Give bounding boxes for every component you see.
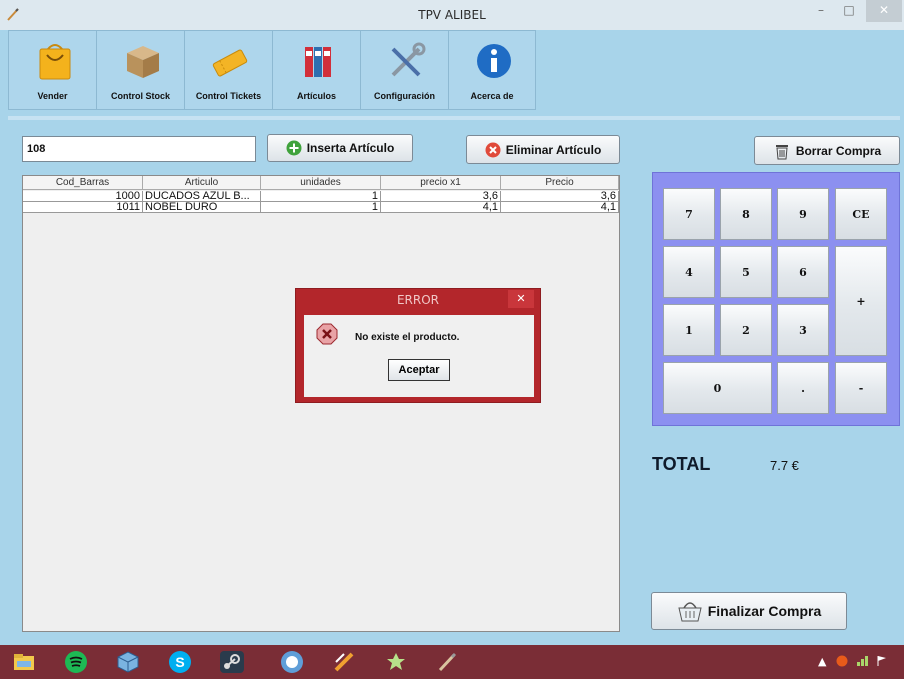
table-cell: 3,6 [381,191,501,202]
sublime-icon[interactable] [322,645,366,679]
table-cell: 4,1 [381,202,501,213]
file-explorer-icon[interactable] [2,645,46,679]
key-7[interactable]: 7 [663,188,715,240]
key-plus[interactable]: + [835,246,887,356]
toolbar-label: Acerca de [470,91,514,101]
key-8[interactable]: 8 [720,188,772,240]
basket-icon [678,602,702,622]
table-row[interactable]: 1000 DUCADOS AZUL B... 1 3,6 3,6 [23,191,619,202]
svg-text:S: S [175,654,184,670]
key-minus[interactable]: - [835,362,887,414]
toolbar-button-vender[interactable]: Vender [8,30,96,110]
network-icon[interactable] [856,655,870,670]
toolbar-label: Control Stock [110,91,170,101]
toolbar-label: Artículos [296,91,336,101]
column-header[interactable]: Precio [501,176,619,190]
delete-article-label: Eliminar Artículo [505,142,602,157]
table-cell: 4,1 [501,202,619,213]
table-cell: 1 [261,191,381,202]
toolbar-label: Vender [37,91,68,101]
box-icon [127,46,159,78]
dialog-body: No existe el producto. Aceptar [304,315,534,397]
ticket-icon [212,49,248,77]
toolbar-label: Configuración [374,91,435,101]
column-header[interactable]: precio x1 [381,176,501,190]
table-cell: 1 [261,202,381,213]
toolbar-button-acerca-de[interactable]: Acerca de [448,30,536,110]
virtualbox-icon[interactable] [106,645,150,679]
maximize-button[interactable]: □ [836,0,862,22]
table-cell: NOBEL DURO [143,202,261,213]
key-decimal[interactable]: . [777,362,829,414]
table-cell: 1000 [23,191,143,202]
total-value: 7.7 € [770,458,799,473]
key-0[interactable]: 0 [663,362,772,414]
barcode-input[interactable]: 108 [22,136,256,162]
total-label: TOTAL [652,454,711,474]
dialog-title: ERROR [396,293,440,307]
skype-icon[interactable]: S [158,645,202,679]
accept-button[interactable]: Aceptar [388,359,450,381]
table-header: Cod_Barras Articulo unidades precio x1 P… [23,176,619,190]
toolbar-divider [8,116,900,120]
minimize-button[interactable]: – [808,0,834,22]
tray-arrow-icon[interactable]: ▲ [818,655,826,668]
finish-purchase-label: Finalizar Compra [707,603,822,619]
table-cell: 3,6 [501,191,619,202]
error-dialog: ERROR ✕ No existe el producto. Aceptar [295,288,541,403]
spotify-icon[interactable] [54,645,98,679]
key-4[interactable]: 4 [663,246,715,298]
shopping-bag-icon [39,44,71,80]
key-9[interactable]: 9 [777,188,829,240]
remove-circle-icon [485,142,501,157]
toolbar-button-articulos[interactable]: Artículos [272,30,360,110]
insert-article-label: Inserta Artículo [306,141,395,155]
column-header[interactable]: Articulo [143,176,261,190]
steam-icon[interactable] [210,645,254,679]
key-1[interactable]: 1 [663,304,715,356]
toolbar-label: Control Tickets [195,91,262,101]
finish-purchase-button[interactable]: Finalizar Compra [651,592,847,630]
key-3[interactable]: 3 [777,304,829,356]
main-toolbar: Vender Control Stock Control Tickets Art… [8,30,548,110]
table-cell: DUCADOS AZUL B... [143,191,261,202]
clear-purchase-label: Borrar Compra [795,143,882,158]
toolbar-button-control-tickets[interactable]: Control Tickets [184,30,272,110]
add-circle-icon [286,140,302,156]
flag-icon[interactable] [876,655,888,670]
window-title-bar: TPV ALIBEL – □ ✕ [0,0,904,30]
close-window-button[interactable]: ✕ [866,0,902,22]
clear-purchase-button[interactable]: Borrar Compra [754,136,900,165]
dialog-close-button[interactable]: ✕ [508,290,534,308]
pen-app-icon[interactable] [426,645,470,679]
key-6[interactable]: 6 [777,246,829,298]
antivirus-icon[interactable] [836,655,848,670]
trash-icon [775,144,788,159]
photo-icon[interactable] [374,645,418,679]
taskbar: S ▲ [0,645,904,679]
key-5[interactable]: 5 [720,246,772,298]
column-header[interactable]: Cod_Barras [23,176,143,190]
toolbar-button-control-stock[interactable]: Control Stock [96,30,184,110]
key-ce[interactable]: CE [835,188,887,240]
window-title: TPV ALIBEL [418,8,486,22]
key-2[interactable]: 2 [720,304,772,356]
binders-icon [305,47,331,77]
toolbar-button-configuracion[interactable]: Configuración [360,30,448,110]
articles-table: Cod_Barras Articulo unidades precio x1 P… [22,175,620,632]
delete-article-button[interactable]: Eliminar Artículo [466,135,620,164]
dialog-message: No existe el producto. [355,332,460,343]
table-cell: 1011 [23,202,143,213]
numeric-keypad: 7 8 9 CE 4 5 6 + 1 2 3 0 . - [652,172,900,426]
tools-icon [391,42,426,77]
insert-article-button[interactable]: Inserta Artículo [267,134,413,162]
table-row[interactable]: 1011 NOBEL DURO 1 4,1 4,1 [23,202,619,213]
error-icon [316,323,338,345]
messenger-icon[interactable] [270,645,314,679]
info-icon [477,44,511,78]
column-header[interactable]: unidades [261,176,381,190]
